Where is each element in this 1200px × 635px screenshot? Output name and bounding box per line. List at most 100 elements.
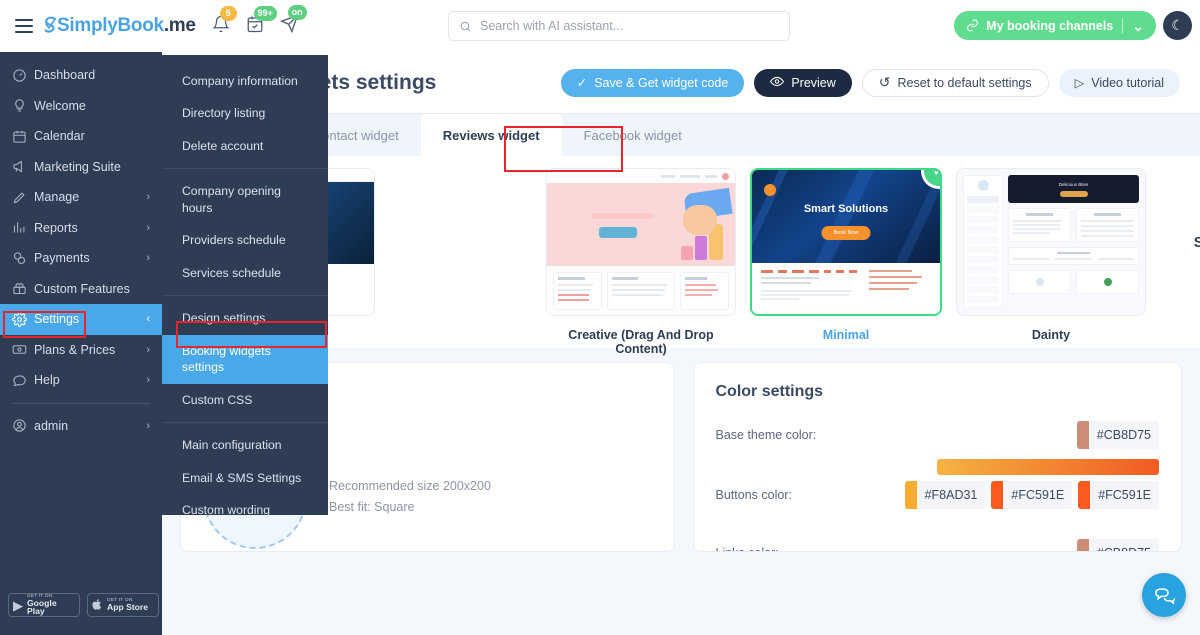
submenu-item-services-schedule[interactable]: Services schedule bbox=[162, 257, 328, 289]
color-swatch[interactable]: #CB8D75 bbox=[1076, 539, 1159, 551]
submenu-divider bbox=[162, 295, 328, 297]
submenu-item-providers-schedule[interactable]: Providers schedule bbox=[162, 224, 328, 256]
buttons-color-label: Buttons color: bbox=[715, 488, 792, 502]
tab-facebook-widget[interactable]: Facebook widget bbox=[562, 114, 704, 156]
sidebar-label: Settings bbox=[34, 312, 80, 327]
notifications-button[interactable]: 5 bbox=[211, 5, 237, 38]
three-dots-icon bbox=[1160, 216, 1200, 225]
color-chip bbox=[904, 481, 917, 509]
color-swatch[interactable]: #FC591E bbox=[1078, 481, 1159, 509]
sidebar-item-calendar[interactable]: Calendar bbox=[0, 121, 162, 152]
play-icon: ▷ bbox=[1074, 76, 1085, 90]
preview-button[interactable]: Preview bbox=[754, 68, 852, 97]
eye-icon bbox=[770, 76, 785, 90]
megaphone-icon bbox=[12, 159, 34, 174]
color-swatch[interactable]: #F8AD31 bbox=[904, 481, 986, 509]
reset-to-default-settings-button[interactable]: ↺ Reset to default settings bbox=[861, 68, 1049, 97]
calendar-icon bbox=[12, 129, 34, 144]
submenu-label: Directory listing bbox=[182, 106, 266, 121]
color-gradient-bar[interactable] bbox=[937, 459, 1159, 475]
submenu-item-design-settings[interactable]: Design settings bbox=[162, 302, 328, 334]
show-all-themes-button[interactable]: Show all themes bbox=[1160, 216, 1200, 251]
dainty-preview-heading: Delicious Bites bbox=[1058, 182, 1089, 187]
color-hex-value: #FC591E bbox=[1098, 488, 1151, 502]
video-tutorial-button[interactable]: ▷ Video tutorial bbox=[1058, 68, 1180, 97]
button-label: Reset to default settings bbox=[897, 75, 1032, 90]
sidebar-item-welcome[interactable]: Welcome bbox=[0, 91, 162, 122]
page-action-buttons: ✓ Save & Get widget code Preview ↺ Reset… bbox=[560, 68, 1180, 97]
color-chip bbox=[1076, 421, 1089, 449]
theme-card-dainty[interactable]: Delicious Bites Dainty bbox=[956, 168, 1146, 342]
gauge-icon bbox=[12, 68, 34, 83]
sidebar-item-settings[interactable]: Settings ‹ bbox=[0, 304, 162, 335]
sidebar-divider bbox=[12, 402, 150, 404]
sidebar-item-admin[interactable]: admin › bbox=[0, 411, 162, 442]
app-logo[interactable]: SimplyBook .me bbox=[44, 15, 196, 37]
sidebar-item-payments[interactable]: Payments › bbox=[0, 243, 162, 274]
sidebar-item-plans-prices[interactable]: Plans & Prices › bbox=[0, 335, 162, 366]
sidebar-item-dashboard[interactable]: Dashboard bbox=[0, 60, 162, 91]
hamburger-icon[interactable] bbox=[10, 12, 38, 40]
google-play-badge[interactable]: ▶ GET IT ON Google Play bbox=[8, 593, 80, 617]
sidebar-label: Plans & Prices bbox=[34, 342, 116, 357]
logo-mark-icon bbox=[44, 15, 57, 37]
app-store-badges: ▶ GET IT ON Google Play GET IT ON App St… bbox=[8, 593, 159, 617]
submenu-item-company-information[interactable]: Company information bbox=[162, 65, 328, 97]
booking-channels-label: My booking channels bbox=[986, 18, 1114, 33]
submenu-item-main-configuration[interactable]: Main configuration bbox=[162, 429, 328, 461]
sidebar-item-custom-features[interactable]: Custom Features bbox=[0, 274, 162, 305]
dark-mode-toggle[interactable]: ☾ bbox=[1163, 11, 1192, 40]
store-badge-name: Google Play bbox=[27, 597, 57, 617]
sidebar-item-marketing-suite[interactable]: Marketing Suite bbox=[0, 152, 162, 183]
store-badge-name: App Store bbox=[107, 602, 149, 612]
links-color-row: Links color: #CB8D75 bbox=[716, 539, 1159, 551]
submenu-item-custom-wording-translations[interactable]: Custom wording & translations bbox=[162, 494, 294, 515]
coins-icon bbox=[12, 251, 34, 266]
tasks-button[interactable]: 99+ bbox=[246, 5, 277, 38]
image-hint-line1: Recommended size 200x200 bbox=[329, 478, 491, 493]
submenu-item-company-opening-hours[interactable]: Company opening hours bbox=[162, 175, 328, 224]
theme-card-minimal[interactable]: Smart Solutions Book Now Minimal bbox=[750, 168, 942, 342]
submenu-label: Design settings bbox=[182, 311, 266, 326]
logo-text: SimplyBook bbox=[57, 15, 164, 36]
campaigns-badge: on bbox=[287, 5, 307, 20]
chevron-left-icon: ‹ bbox=[146, 313, 150, 326]
my-booking-channels-button[interactable]: My booking channels ⌄ bbox=[954, 11, 1156, 40]
chat-widget-button[interactable] bbox=[1142, 573, 1186, 617]
sidebar-label: Help bbox=[34, 373, 60, 388]
submenu-item-booking-widgets-settings[interactable]: Booking widgets settings bbox=[162, 334, 328, 384]
main-sidebar: Dashboard Welcome Calendar Marketing Sui… bbox=[0, 52, 162, 635]
chevron-right-icon: › bbox=[146, 374, 150, 387]
sidebar-item-help[interactable]: Help › bbox=[0, 365, 162, 396]
base-theme-color-row: Base theme color: #CB8D75 bbox=[716, 421, 1159, 449]
search-input[interactable]: Search with AI assistant... bbox=[448, 11, 790, 41]
color-hex-value: #FC591E bbox=[1011, 488, 1065, 502]
show-all-themes-label: Show all themes bbox=[1193, 234, 1200, 251]
submenu-item-email-sms-settings[interactable]: Email & SMS Settings bbox=[162, 462, 328, 494]
campaigns-button[interactable]: on bbox=[279, 5, 307, 38]
notifications-badge: 5 bbox=[219, 5, 237, 21]
theme-thumbnail bbox=[546, 168, 736, 316]
submenu-label: Delete account bbox=[182, 138, 264, 153]
sidebar-item-reports[interactable]: Reports › bbox=[0, 213, 162, 244]
theme-card-creative[interactable]: Creative (Drag And Drop Content) bbox=[546, 168, 736, 356]
color-hex-value: #F8AD31 bbox=[924, 488, 978, 502]
bar-chart-icon bbox=[12, 220, 34, 235]
tasks-badge: 99+ bbox=[253, 5, 277, 21]
submenu-label: Custom wording & translations bbox=[182, 503, 271, 515]
link-icon bbox=[967, 19, 979, 32]
submenu-label: Company opening hours bbox=[182, 184, 281, 215]
color-swatch[interactable]: #FC591E bbox=[991, 481, 1073, 509]
image-hint-line2: Best fit: Square bbox=[329, 500, 415, 514]
save-and-get-widget-code-button[interactable]: ✓ Save & Get widget code bbox=[560, 68, 745, 97]
chevron-right-icon: › bbox=[146, 343, 150, 356]
tab-reviews-widget[interactable]: Reviews widget bbox=[420, 114, 562, 156]
sidebar-label: Manage bbox=[34, 190, 80, 205]
sidebar-item-manage[interactable]: Manage › bbox=[0, 182, 162, 213]
submenu-item-directory-listing[interactable]: Directory listing bbox=[162, 97, 328, 129]
app-store-badge[interactable]: GET IT ON App Store bbox=[87, 593, 159, 617]
button-divider bbox=[1122, 18, 1124, 33]
submenu-item-custom-css[interactable]: Custom CSS bbox=[162, 384, 328, 416]
color-swatch[interactable]: #CB8D75 bbox=[1076, 421, 1159, 449]
submenu-item-delete-account[interactable]: Delete account bbox=[162, 130, 328, 162]
